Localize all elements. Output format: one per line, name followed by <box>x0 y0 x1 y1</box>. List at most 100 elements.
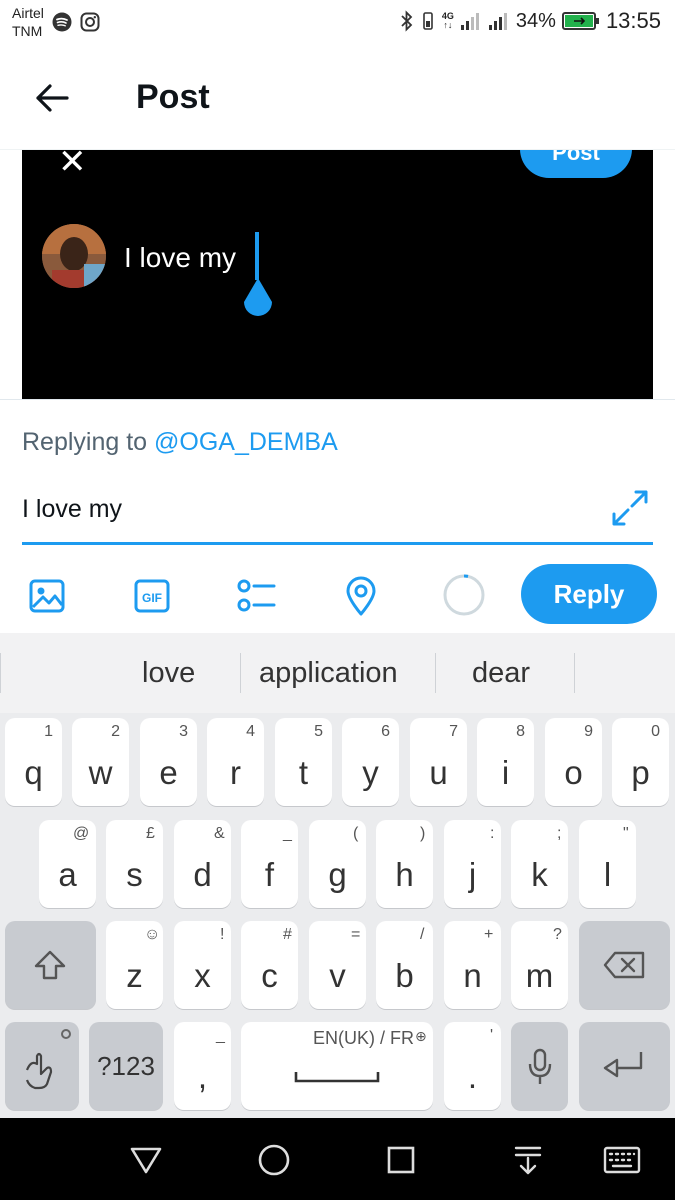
suggestion-3[interactable]: dear <box>472 657 530 690</box>
status-bar: Airtel TNM 4G ↑↓ 34% 13:55 <box>0 0 675 48</box>
nav-keyboard-button[interactable] <box>602 1140 642 1180</box>
instagram-icon <box>80 12 100 32</box>
suggestion-1[interactable]: love <box>142 657 195 690</box>
key-l[interactable]: " l <box>579 820 636 908</box>
key-z[interactable]: ☺ z <box>106 921 163 1009</box>
network-type: 4G ↑↓ <box>441 11 454 30</box>
keyboard-icon <box>603 1146 641 1174</box>
nav-recents-button[interactable] <box>381 1140 421 1180</box>
microphone-icon <box>528 1048 552 1084</box>
avatar <box>42 224 106 288</box>
svg-text:GIF: GIF <box>142 591 162 605</box>
media-button[interactable] <box>27 576 67 616</box>
replying-prefix: Replying to <box>22 428 155 456</box>
gesture-hand-icon <box>25 1052 53 1090</box>
enter-icon <box>603 1052 643 1078</box>
symbols-key[interactable]: ?123 <box>89 1022 163 1110</box>
key-c[interactable]: # c <box>241 921 298 1009</box>
key-r[interactable]: 4r <box>207 718 264 806</box>
settings-gear-icon <box>61 1029 71 1039</box>
location-button[interactable] <box>341 576 381 616</box>
signal-icon-sim2 <box>488 13 507 30</box>
compose-toolbar: GIF Reply <box>0 560 675 632</box>
character-count-ring <box>443 574 485 616</box>
suggestion-bar: love application dear <box>0 633 675 713</box>
reply-button[interactable]: Reply <box>521 564 657 624</box>
backspace-icon <box>603 951 645 979</box>
key-j[interactable]: :j <box>444 820 501 908</box>
triangle-back-icon <box>130 1147 162 1174</box>
expand-icon[interactable] <box>610 488 650 528</box>
key-f[interactable]: _ f <box>241 820 298 908</box>
poll-button[interactable] <box>236 576 276 616</box>
backspace-key[interactable] <box>579 921 670 1009</box>
quoted-screenshot[interactable]: ✕ Post I love my <box>22 150 653 399</box>
system-nav-bar <box>0 1118 675 1200</box>
key-a[interactable]: @ a <box>39 820 96 908</box>
cursor-handle-icon <box>244 278 272 316</box>
notification-icons <box>52 12 100 32</box>
vibrate-icon <box>423 12 433 30</box>
screenshot-post-button: Post <box>520 150 632 178</box>
battery-charging-icon <box>561 12 599 30</box>
nav-home-button[interactable] <box>254 1140 294 1180</box>
space-key[interactable]: EN(UK) / FR ⊕ <box>241 1022 433 1110</box>
carrier-line1: Airtel <box>12 5 44 21</box>
key-x[interactable]: ! x <box>174 921 231 1009</box>
nav-back-button[interactable] <box>126 1140 166 1180</box>
key-m[interactable]: ? m <box>511 921 568 1009</box>
suggestion-divider <box>574 653 575 693</box>
signal-icon-sim1 <box>460 13 479 30</box>
suggestion-divider <box>0 653 1 693</box>
key-s[interactable]: £ s <box>106 820 163 908</box>
key-d[interactable]: & d <box>174 820 231 908</box>
spacebar-icon <box>294 1072 380 1083</box>
screenshot-text: I love my <box>124 242 237 273</box>
key-o[interactable]: 9o <box>545 718 602 806</box>
key-n[interactable]: + n <box>444 921 501 1009</box>
period-key[interactable]: '. <box>444 1022 501 1110</box>
on-screen-keyboard: love application dear 1q 2w 3e 4r 5t 6y … <box>0 633 675 1118</box>
circle-home-icon <box>258 1144 290 1176</box>
key-g[interactable]: (g <box>309 820 366 908</box>
shift-key[interactable] <box>5 921 96 1009</box>
suggestion-2[interactable]: application <box>259 657 398 690</box>
voice-input-key[interactable] <box>511 1022 568 1110</box>
key-v[interactable]: = v <box>309 921 366 1009</box>
key-t[interactable]: 5t <box>275 718 332 806</box>
key-p[interactable]: 0p <box>612 718 669 806</box>
reply-input[interactable]: I love my <box>22 495 602 524</box>
key-w[interactable]: 2w <box>72 718 129 806</box>
key-y[interactable]: 6y <box>342 718 399 806</box>
handwriting-key[interactable] <box>5 1022 79 1110</box>
back-button[interactable] <box>30 76 74 120</box>
image-icon <box>29 579 65 613</box>
language-label: EN(UK) / FR <box>313 1028 414 1048</box>
enter-key[interactable] <box>579 1022 670 1110</box>
key-k[interactable]: ; k <box>511 820 568 908</box>
system-status: 4G ↑↓ 34% 13:55 <box>400 8 661 34</box>
carrier-line2: TNM <box>12 23 43 39</box>
suggestion-divider <box>240 653 241 693</box>
carrier-label: Airtel TNM <box>12 4 44 40</box>
clock: 13:55 <box>605 8 661 33</box>
back-arrow-icon <box>36 84 69 112</box>
key-h[interactable]: ) h <box>376 820 433 908</box>
replying-handle-link[interactable]: @OGA_DEMBA <box>154 428 338 456</box>
battery-percent: 34% <box>515 9 556 32</box>
key-e[interactable]: 3e <box>140 718 197 806</box>
nav-notifications-button[interactable] <box>508 1140 548 1180</box>
location-pin-icon <box>346 576 376 616</box>
key-b[interactable]: / b <box>376 921 433 1009</box>
divider <box>0 399 675 400</box>
key-q[interactable]: 1q <box>5 718 62 806</box>
square-recents-icon <box>387 1146 415 1174</box>
page-title: Post <box>136 78 210 116</box>
gif-button[interactable]: GIF <box>132 576 172 616</box>
replying-to-line: Replying to @OGA_DEMBA <box>22 428 338 457</box>
key-i[interactable]: 8i <box>477 718 534 806</box>
spotify-icon <box>52 12 72 32</box>
pull-down-icon <box>514 1146 542 1175</box>
comma-key[interactable]: _, <box>174 1022 231 1110</box>
key-u[interactable]: 7u <box>410 718 467 806</box>
